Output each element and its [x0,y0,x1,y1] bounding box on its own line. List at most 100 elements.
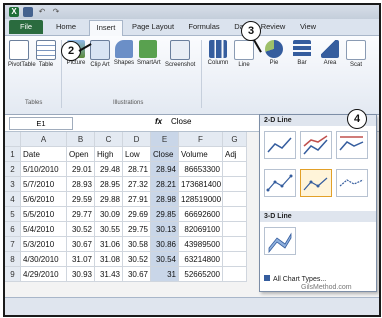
select-all-corner[interactable] [5,132,21,147]
line-chart-button[interactable]: Line [233,40,255,69]
tab-file[interactable]: File [9,20,43,34]
table-cell[interactable]: 31.07 [67,252,95,267]
table-cell[interactable] [223,222,247,237]
table-cell[interactable]: 86653300 [179,162,223,177]
table-cell[interactable]: 30.55 [95,222,123,237]
tab-review[interactable]: Review [257,20,289,34]
row-header[interactable]: 4 [5,192,21,207]
column-chart-button[interactable]: Column [205,40,231,67]
table-cell[interactable]: 30.13 [151,222,179,237]
column-header-b[interactable]: B [67,132,95,147]
table-cell[interactable]: 28.95 [95,177,123,192]
table-cell[interactable]: 5/4/2010 [21,222,67,237]
table-cell[interactable] [223,192,247,207]
all-chart-types-link[interactable]: All Chart Types... [264,275,326,283]
table-cell[interactable]: 31.43 [95,267,123,282]
table-cell[interactable]: 29.01 [67,162,95,177]
pivottable-button[interactable]: PivotTable [8,40,36,69]
table-cell[interactable]: 43989500 [179,237,223,252]
table-cell[interactable]: 30.93 [67,267,95,282]
table-cell[interactable]: 29.69 [123,207,151,222]
table-cell[interactable]: 29.75 [123,222,151,237]
table-cell[interactable]: 128519000 [179,192,223,207]
table-cell[interactable]: 28.21 [151,177,179,192]
formula-input[interactable]: Close [171,117,191,126]
tab-insert[interactable]: Insert [89,20,123,36]
shapes-button[interactable]: Shapes [113,40,135,67]
table-cell[interactable]: 29.48 [95,162,123,177]
row-header[interactable]: 7 [5,237,21,252]
table-cell[interactable]: 66692600 [179,207,223,222]
table-cell[interactable] [223,267,247,282]
table-cell[interactable]: 29.85 [151,207,179,222]
smartart-button[interactable]: SmartArt [137,40,161,67]
table-cell[interactable]: 173681400 [179,177,223,192]
table-cell[interactable] [223,252,247,267]
pie-chart-button[interactable]: Pie [263,40,285,67]
table-cell[interactable]: 27.32 [123,177,151,192]
table-cell[interactable]: Adj [223,147,247,162]
100-stacked-line-chart-option[interactable] [336,131,368,159]
row-header[interactable]: 9 [5,267,21,282]
row-header[interactable]: 6 [5,222,21,237]
100-stacked-line-with-markers-option[interactable] [336,169,368,197]
table-cell[interactable]: Low [123,147,151,162]
stacked-line-chart-option[interactable] [300,131,332,159]
table-cell[interactable] [223,237,247,252]
table-cell[interactable]: 30.67 [67,237,95,252]
line-with-markers-option[interactable] [264,169,296,197]
table-cell[interactable]: Close [151,147,179,162]
table-cell[interactable]: 31.08 [95,252,123,267]
undo-icon[interactable]: ↶ [37,7,47,17]
table-cell[interactable] [223,207,247,222]
table-cell[interactable]: Volume [179,147,223,162]
save-icon[interactable] [23,7,33,17]
table-cell[interactable]: 28.94 [151,162,179,177]
table-cell[interactable]: 28.98 [151,192,179,207]
tab-page-layout[interactable]: Page Layout [127,20,179,34]
row-header[interactable]: 1 [5,147,21,162]
column-header-e[interactable]: E [151,132,179,147]
table-cell[interactable]: 28.71 [123,162,151,177]
table-cell[interactable]: Date [21,147,67,162]
table-cell[interactable]: 30.52 [67,222,95,237]
column-header-c[interactable]: C [95,132,123,147]
column-header-a[interactable]: A [21,132,67,147]
table-cell[interactable]: 5/5/2010 [21,207,67,222]
table-cell[interactable]: 30.54 [151,252,179,267]
table-cell[interactable]: 29.88 [95,192,123,207]
table-cell[interactable]: 82069100 [179,222,223,237]
tab-view[interactable]: View [295,20,321,34]
line-chart-option[interactable] [264,131,296,159]
name-box[interactable]: E1 [9,117,73,130]
table-cell[interactable]: 5/7/2010 [21,177,67,192]
row-header[interactable]: 3 [5,177,21,192]
table-cell[interactable]: 29.59 [67,192,95,207]
redo-icon[interactable]: ↷ [51,7,61,17]
table-cell[interactable]: 30.86 [151,237,179,252]
tab-formulas[interactable]: Formulas [185,20,223,34]
column-header-g[interactable]: G [223,132,247,147]
fx-icon[interactable]: fx [155,117,162,126]
column-header-f[interactable]: F [179,132,223,147]
stacked-line-with-markers-option[interactable] [300,169,332,197]
scatter-chart-button[interactable]: Scat [345,40,367,69]
table-cell[interactable]: 30.09 [95,207,123,222]
table-cell[interactable]: 5/10/2010 [21,162,67,177]
table-cell[interactable]: 30.58 [123,237,151,252]
3d-line-chart-option[interactable] [264,227,296,255]
screenshot-button[interactable]: Screenshot [165,40,195,69]
table-cell[interactable]: 52665200 [179,267,223,282]
bar-chart-button[interactable]: Bar [291,40,313,67]
row-header[interactable]: 2 [5,162,21,177]
area-chart-button[interactable]: Area [319,40,341,67]
column-header-d[interactable]: D [123,132,151,147]
table-cell[interactable]: 30.52 [123,252,151,267]
row-header[interactable]: 8 [5,252,21,267]
table-cell[interactable]: 30.67 [123,267,151,282]
table-cell[interactable] [223,162,247,177]
table-cell[interactable]: 29.77 [67,207,95,222]
tab-home[interactable]: Home [49,20,83,34]
clipart-button[interactable]: Clip Art [89,40,111,69]
table-cell[interactable]: 5/3/2010 [21,237,67,252]
